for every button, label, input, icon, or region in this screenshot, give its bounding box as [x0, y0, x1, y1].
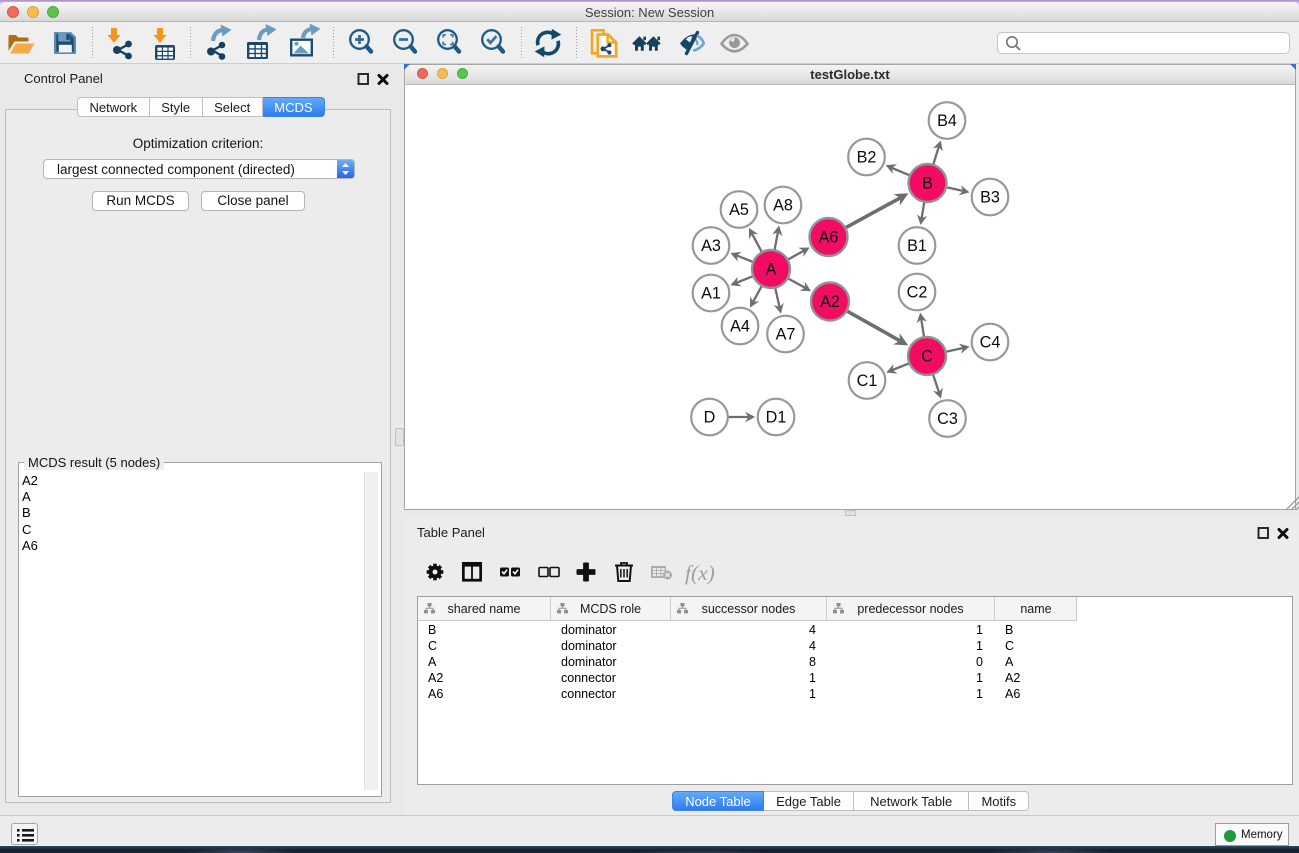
svg-text:A2: A2: [820, 293, 840, 311]
svg-text:B3: B3: [980, 189, 1000, 207]
svg-text:C4: C4: [980, 334, 1001, 352]
svg-text:B4: B4: [937, 112, 957, 130]
svg-text:C3: C3: [937, 410, 958, 428]
svg-text:A5: A5: [729, 201, 749, 219]
svg-text:A: A: [766, 261, 777, 279]
svg-text:B1: B1: [907, 237, 927, 255]
svg-text:A8: A8: [773, 197, 793, 215]
svg-text:A7: A7: [776, 326, 796, 344]
svg-text:B: B: [922, 175, 933, 193]
svg-text:A6: A6: [819, 229, 839, 247]
svg-text:C: C: [921, 348, 933, 366]
svg-text:C1: C1: [857, 372, 878, 390]
svg-text:D: D: [704, 409, 716, 427]
svg-text:C2: C2: [907, 284, 928, 302]
svg-text:A4: A4: [730, 318, 750, 336]
svg-text:f(x): f(x): [685, 561, 715, 585]
svg-text:A1: A1: [701, 285, 721, 303]
svg-text:D1: D1: [766, 409, 787, 427]
svg-text:A3: A3: [701, 237, 721, 255]
svg-text:B2: B2: [857, 149, 877, 167]
